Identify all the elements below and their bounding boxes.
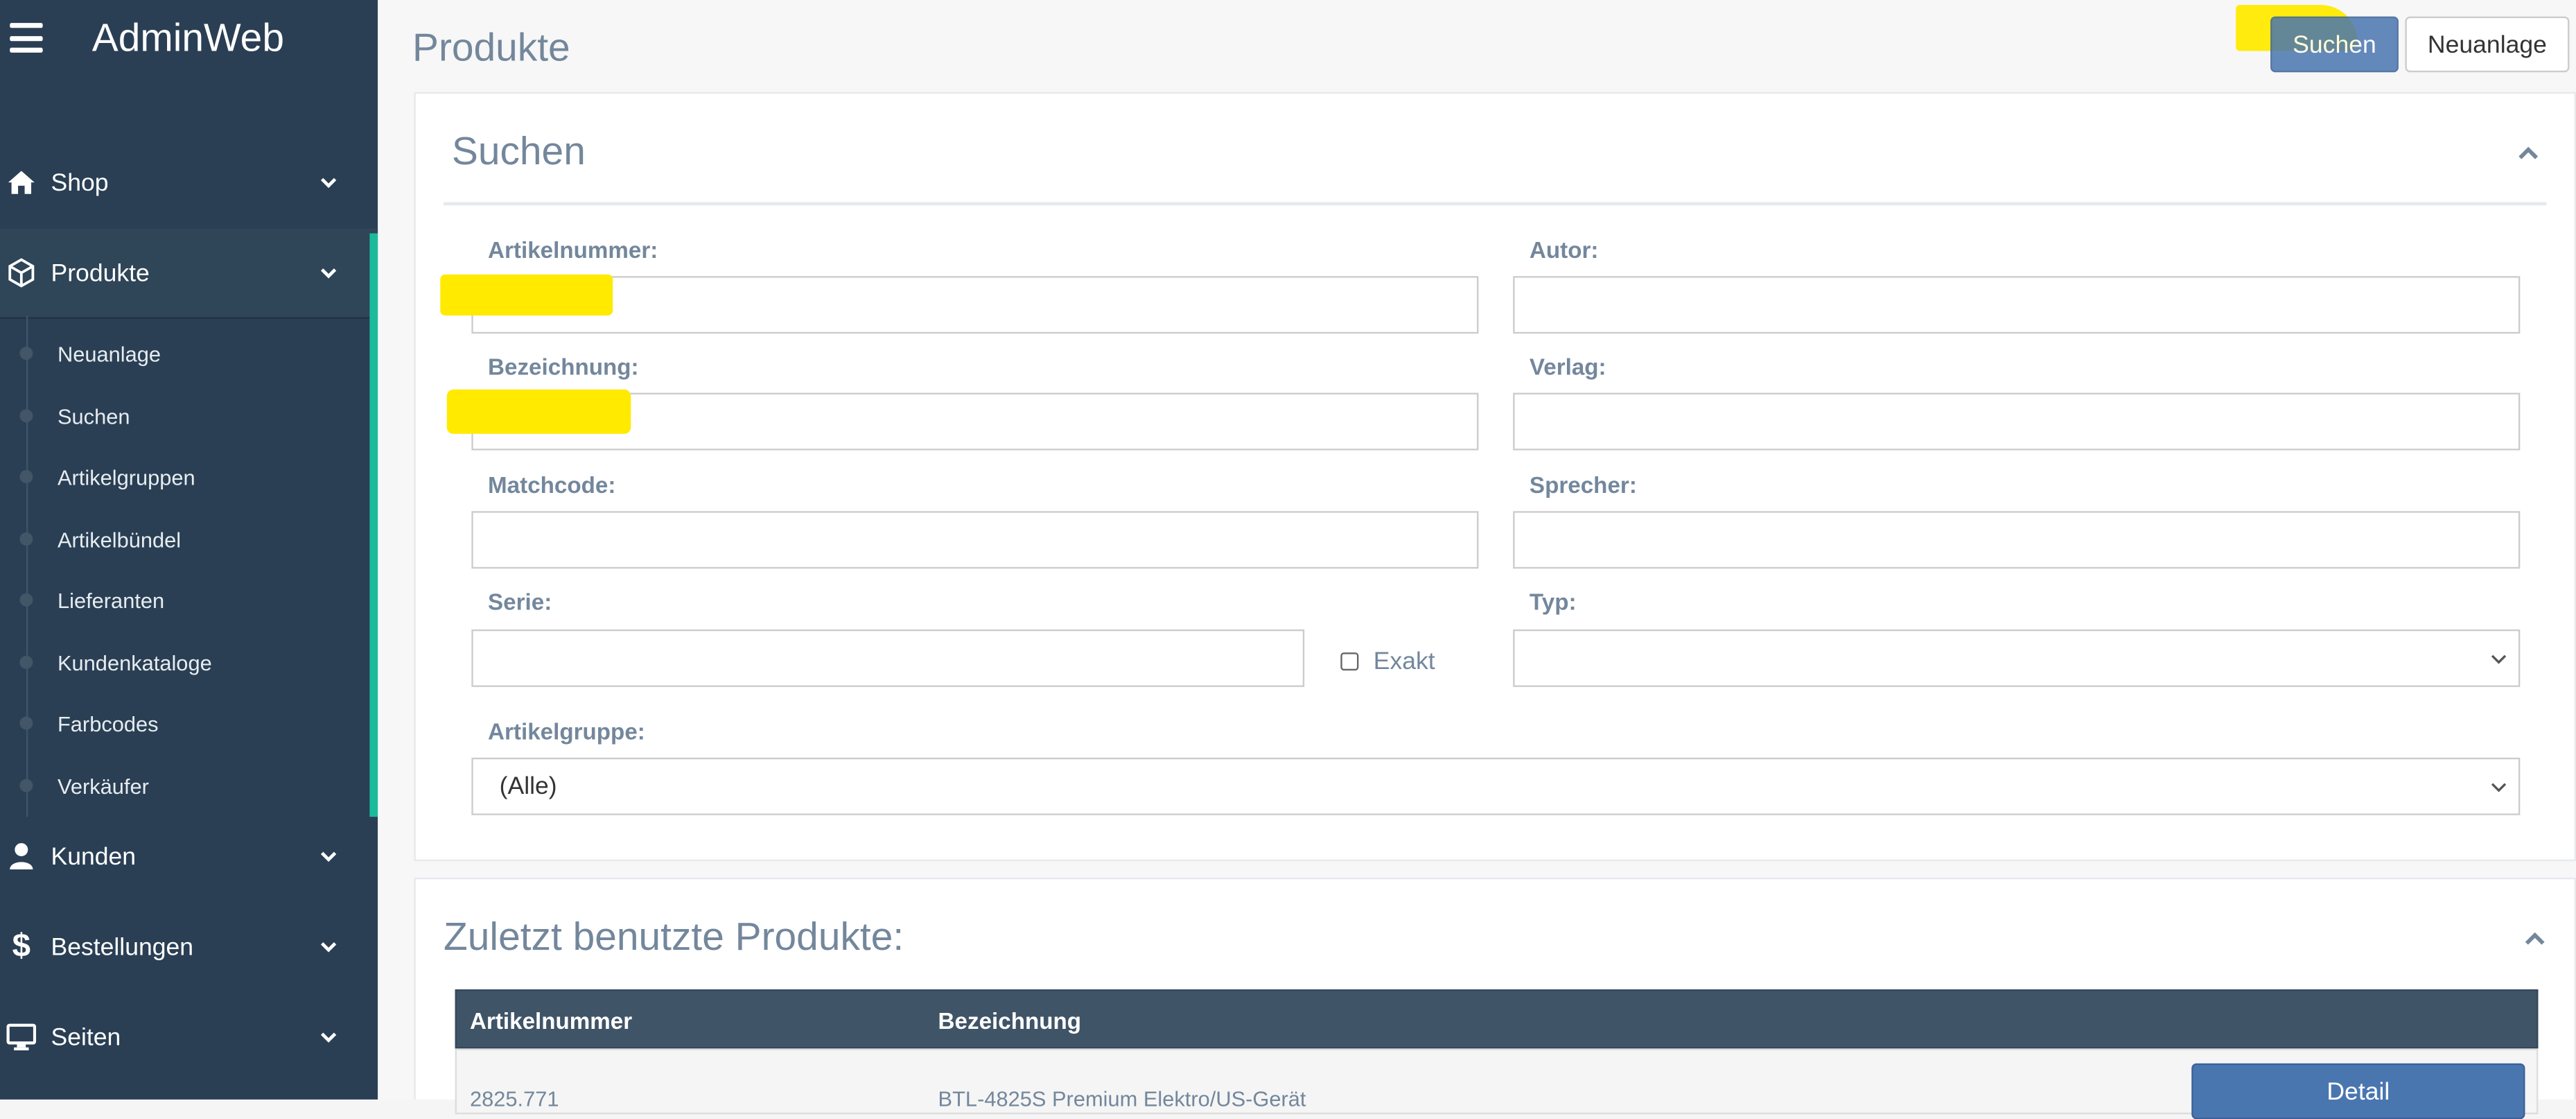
submenu-label: Kundenkataloge [57,650,212,675]
sidebar-item-shop[interactable]: Shop [0,138,378,227]
artikelgruppe-label: Artikelgruppe: [488,718,645,745]
sidebar-item-seiten[interactable]: Seiten [0,993,378,1082]
submenu-item-verkaeufer[interactable]: Verkäufer [0,758,369,814]
submenu-item-farbcodes[interactable]: Farbcodes [0,695,369,752]
chevron-down-icon [320,268,337,279]
artikelnummer-input[interactable] [471,276,1479,334]
desktop-icon [6,1022,37,1052]
sidebar-item-label: Seiten [51,1023,121,1051]
chevron-down-icon [320,942,337,953]
dollar-icon: $ [12,928,31,964]
sprecher-input[interactable] [1513,511,2521,569]
highlight-mark [440,274,613,316]
sidebar: AdminWeb Shop Produkte Neuanlage Suchen … [0,0,378,1100]
search-panel: Suchen Artikelnummer: Autor: Bezeichnung… [414,92,2576,862]
produkte-submenu: Neuanlage Suchen Artikelgruppen Artikelb… [0,315,378,817]
bullet-icon [19,779,33,792]
column-header-bezeichnung: Bezeichnung [938,1007,1082,1034]
serie-input[interactable] [471,629,1305,687]
bezeichnung-label: Bezeichnung: [488,353,639,380]
chevron-down-icon [320,1032,337,1043]
verlag-label: Verlag: [1529,353,1606,380]
column-header-artikelnummer: Artikelnummer [469,1007,633,1034]
artikelgruppe-select[interactable]: (Alle) [471,757,2521,815]
page-title: Produkte [412,26,570,71]
bullet-icon [19,532,33,546]
sidebar-item-kunden[interactable]: Kunden [0,812,378,901]
search-panel-title: Suchen [451,130,586,175]
sprecher-label: Sprecher: [1529,471,1637,498]
table-row[interactable]: 2825.771 BTL-4825S Premium Elektro/US-Ge… [455,1048,2539,1119]
verlag-input[interactable] [1513,392,2521,451]
sidebar-item-label: Shop [51,168,109,197]
app-title: AdminWeb [91,16,284,61]
table-header: Artikelnummer Bezeichnung [455,989,2539,1049]
bullet-icon [19,716,33,730]
submenu-item-suchen[interactable]: Suchen [0,388,369,444]
hamburger-menu-icon[interactable] [10,23,43,53]
chevron-up-icon[interactable] [2522,928,2548,948]
cell-bezeichnung: BTL-4825S Premium Elektro/US-Gerät [938,1086,1306,1111]
submenu-item-artikelbuendel[interactable]: Artikelbündel [0,511,369,567]
new-product-button[interactable]: Neuanlage [2405,16,2570,73]
exakt-checkbox[interactable] [1340,652,1359,671]
chevron-down-icon [2491,654,2507,664]
chevron-up-icon[interactable] [2515,143,2541,162]
typ-select[interactable] [1513,629,2521,687]
home-icon [6,168,36,198]
cell-artikelnummer: 2825.771 [469,1086,559,1111]
chevron-down-icon [320,177,337,189]
recent-products-title: Zuletzt benutzte Produkte: [444,915,904,960]
submenu-label: Neuanlage [57,340,161,366]
submenu-label: Suchen [57,403,130,428]
submenu-item-neuanlage[interactable]: Neuanlage [0,325,369,381]
bullet-icon [19,655,33,669]
sidebar-item-label: Kunden [51,842,137,871]
autor-input[interactable] [1513,276,2521,334]
detail-button-label: Detail [2327,1077,2390,1106]
matchcode-input[interactable] [471,511,1479,569]
bullet-icon [19,409,33,423]
sidebar-item-produkte[interactable]: Produkte [0,228,378,319]
artikelnummer-label: Artikelnummer: [488,236,658,263]
search-button-label: Suchen [2293,30,2376,59]
submenu-item-lieferanten[interactable]: Lieferanten [0,572,369,628]
search-button[interactable]: Suchen [2270,16,2399,73]
recent-products-panel: Zuletzt benutzte Produkte: Artikelnummer… [414,877,2576,1119]
submenu-label: Verkäufer [57,773,149,798]
sidebar-item-label: Bestellungen [51,932,194,961]
sidebar-item-bestellungen[interactable]: $ Bestellungen [0,902,378,991]
serie-label: Serie: [488,588,552,615]
bullet-icon [19,593,33,607]
submenu-item-artikelgruppen[interactable]: Artikelgruppen [0,449,369,505]
submenu-item-kundenkataloge[interactable]: Kundenkataloge [0,634,369,691]
highlight-mark [446,389,631,434]
bullet-icon [19,347,33,361]
panel-divider [444,202,2547,206]
submenu-label: Artikelbündel [57,526,182,552]
new-product-button-label: Neuanlage [2427,30,2547,59]
matchcode-label: Matchcode: [488,471,616,498]
detail-button[interactable]: Detail [2191,1063,2525,1119]
submenu-label: Farbcodes [57,711,159,736]
user-icon [6,842,36,871]
chevron-down-icon [2491,783,2507,792]
typ-label: Typ: [1529,588,1577,615]
bullet-icon [19,469,33,483]
exakt-label: Exakt [1373,647,1435,676]
submenu-label: Artikelgruppen [57,464,195,489]
artikelgruppe-selected-value: (Alle) [499,772,557,801]
cube-icon [6,258,36,288]
active-indicator [369,233,378,817]
chevron-down-icon [320,851,337,862]
main-content: Produkte Suchen Neuanlage Suchen Artikel… [378,0,2576,1119]
autor-label: Autor: [1529,236,1599,263]
sidebar-item-label: Produkte [51,259,150,287]
submenu-label: Lieferanten [57,587,165,613]
